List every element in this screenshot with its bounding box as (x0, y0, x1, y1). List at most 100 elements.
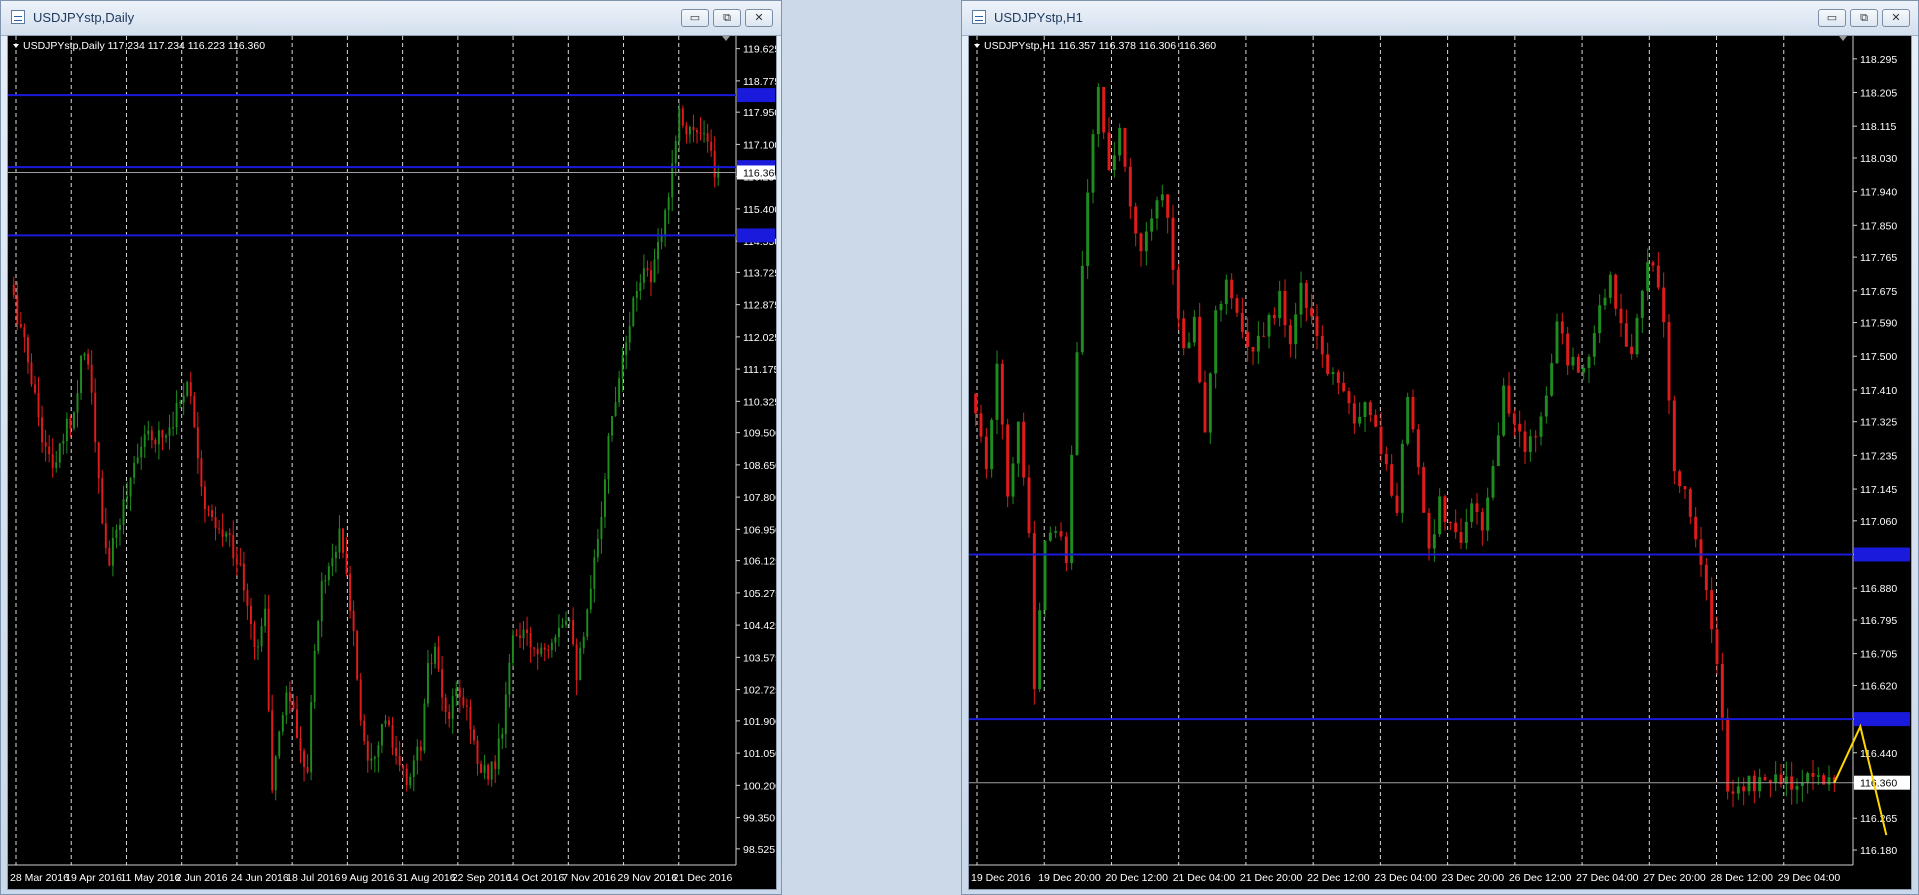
price-axis-label: 117.100 (743, 139, 776, 151)
candle-body (1267, 314, 1271, 337)
candle-body (1256, 335, 1260, 352)
candle-body (1763, 777, 1767, 781)
close-button[interactable]: ✕ (1882, 9, 1910, 27)
candle-body (1395, 495, 1399, 513)
price-axis-label: 112.025 (743, 332, 776, 344)
time-axis-label: 20 Dec 12:00 (1105, 872, 1168, 884)
price-axis-label: 118.205 (1860, 88, 1897, 100)
candle-body (426, 662, 429, 704)
time-axis-label: 23 Dec 20:00 (1442, 872, 1505, 884)
candle-body (628, 326, 631, 343)
candle-body (984, 436, 988, 470)
candle-body (232, 534, 235, 559)
candle-body (501, 734, 504, 739)
candle-body (667, 197, 670, 211)
candle-body (51, 454, 54, 468)
candle-body (522, 629, 525, 638)
h1-chart-area[interactable]: 19 Dec 2016 19 Dec 20:00 20 Dec 12:00 21 De… (968, 35, 1912, 890)
candle-body (412, 760, 415, 777)
candle-body (30, 362, 33, 385)
h1-window-titlebar[interactable]: USDJPYstp,H1 ▭ ⧉ ✕ (962, 1, 1918, 36)
candle-body (536, 648, 539, 655)
candle-body (469, 706, 472, 730)
candle-body (129, 477, 132, 497)
candle-body (349, 573, 352, 611)
candle-body (1331, 372, 1335, 375)
candle-body (186, 382, 189, 396)
price-axis-label: 117.940 (1860, 187, 1897, 199)
candle-body (713, 150, 716, 178)
candle-body (533, 647, 536, 649)
time-axis-label: 28 Dec 12:00 (1711, 872, 1774, 884)
candle-body (472, 729, 475, 741)
candle-body (1448, 521, 1452, 523)
candle-body (1342, 382, 1346, 392)
h1-candlestick-chart[interactable]: 19 Dec 2016 19 Dec 20:00 20 Dec 12:00 21 De… (969, 36, 1911, 889)
candle-body (1534, 436, 1538, 438)
maximize-button[interactable]: ⧉ (1850, 9, 1878, 27)
candle-body (995, 363, 999, 420)
candle-body (455, 688, 458, 697)
candle-body (561, 624, 564, 628)
candle-body (974, 393, 978, 414)
candle-body (504, 694, 507, 735)
candle-body (306, 767, 309, 773)
candle-body (1411, 396, 1415, 430)
candle-body (41, 417, 44, 443)
daily-candlestick-chart[interactable]: 28 Mar 201619 Apr 201611 May 20162 Jun 2… (8, 36, 776, 889)
candle-body (356, 631, 359, 680)
h1-chart-window[interactable]: USDJPYstp,H1 ▭ ⧉ ✕ 19 Dec 2016 19 Dec 20:… (961, 0, 1919, 895)
candle-body (649, 270, 652, 283)
candle-body (373, 757, 376, 759)
candle-body (596, 539, 599, 558)
minimize-button[interactable]: ▭ (1818, 9, 1846, 27)
candle-body (1640, 290, 1644, 318)
candle-body (104, 523, 107, 548)
candle-body (1742, 786, 1746, 792)
time-axis-label: 19 Apr 2016 (65, 872, 122, 884)
candle-body (44, 442, 47, 447)
candle-body (257, 646, 260, 648)
time-axis-label: 27 Dec 04:00 (1576, 872, 1639, 884)
candle-body (611, 415, 614, 436)
daily-window-titlebar[interactable]: USDJPYstp,Daily ▭ ⧉ ✕ (1, 1, 781, 36)
price-axis-label: 101.900 (743, 716, 776, 728)
candle-body (593, 557, 596, 589)
candle-body (1710, 590, 1714, 630)
price-axis-label: 98.525 (743, 844, 775, 856)
h1-window-title: USDJPYstp,H1 (994, 10, 1083, 25)
candle-body (568, 619, 571, 622)
candle-body (1576, 356, 1580, 373)
price-axis-label: 116.705 (1860, 649, 1897, 661)
candle-body (409, 776, 412, 786)
candle-body (405, 768, 408, 786)
candle-body (1432, 534, 1436, 549)
candle-body (72, 412, 75, 429)
price-axis-label: 111.175 (743, 364, 776, 376)
daily-chart-area[interactable]: 28 Mar 2016 19 Apr 2016 11 May 2016 2 Jun 2… (7, 35, 777, 890)
candle-body (419, 746, 422, 751)
candle-body (1214, 310, 1218, 374)
candle-body (1288, 325, 1292, 345)
candle-body (235, 558, 238, 564)
candle-body (182, 395, 185, 403)
daily-chart-window[interactable]: USDJPYstp,Daily ▭ ⧉ ✕ 28 Mar 2016 19 Apr … (0, 0, 782, 895)
candle-body (1560, 321, 1564, 334)
candle-body (1694, 516, 1698, 540)
price-axis-label: 118.775 (743, 76, 776, 88)
candle-body (688, 126, 691, 135)
candle-body (395, 747, 398, 756)
close-button[interactable]: ✕ (745, 9, 773, 27)
candle-body (249, 605, 252, 625)
candle-body (342, 528, 344, 553)
candle-body (83, 353, 86, 356)
maximize-button[interactable]: ⧉ (713, 9, 741, 27)
candle-body (1566, 333, 1570, 366)
candle-body (1523, 431, 1527, 453)
time-axis-label: 26 Dec 12:00 (1509, 872, 1572, 884)
minimize-button[interactable]: ▭ (681, 9, 709, 27)
candle-body (207, 509, 210, 511)
candle-body (1827, 777, 1831, 785)
current-price-label: 116.360 (743, 167, 776, 179)
candle-body (122, 499, 125, 525)
